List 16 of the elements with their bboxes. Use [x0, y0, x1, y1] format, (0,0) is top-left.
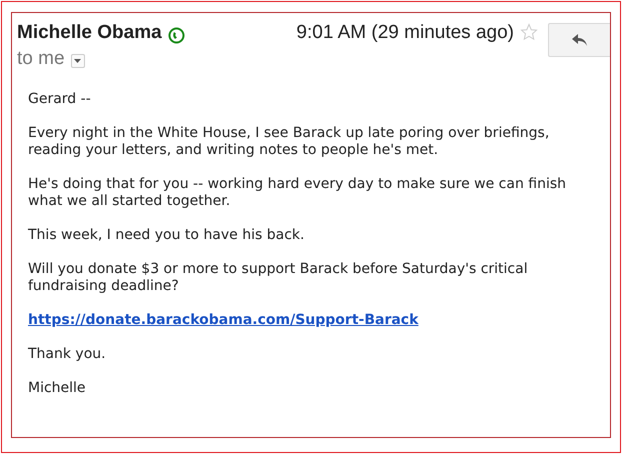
- sender-name: Michelle Obama: [17, 21, 162, 45]
- body-paragraph: He's doing that for you -- working hard every day to make sure we can finish what we all started together.: [28, 176, 568, 210]
- body-paragraph: Michelle: [28, 380, 87, 397]
- body-paragraph: Thank you.: [28, 346, 107, 363]
- body-paragraph: Gerard --: [28, 91, 92, 108]
- body-paragraph: This week, I need you to have his back.: [28, 227, 306, 244]
- details-dropdown-button[interactable]: [70, 54, 85, 68]
- reply-icon: [572, 34, 588, 46]
- recipient-label: to me: [17, 47, 65, 71]
- email-time: 9:01 AM (29 minutes ago): [296, 21, 514, 45]
- reply-button[interactable]: [548, 23, 610, 57]
- star-icon[interactable]: [520, 23, 538, 41]
- body-paragraph: Will you donate $3 or more to support Barack before Saturday's critical fundraising deadline?: [28, 261, 529, 295]
- donate-link[interactable]: https://donate.barackobama.com/Support-Barack: [28, 312, 418, 329]
- body-paragraph: Every night in the White House, I see Barack up late poring over briefings, reading your letters, and writing notes to people he's met.: [28, 125, 550, 159]
- caret-icon: [74, 59, 82, 63]
